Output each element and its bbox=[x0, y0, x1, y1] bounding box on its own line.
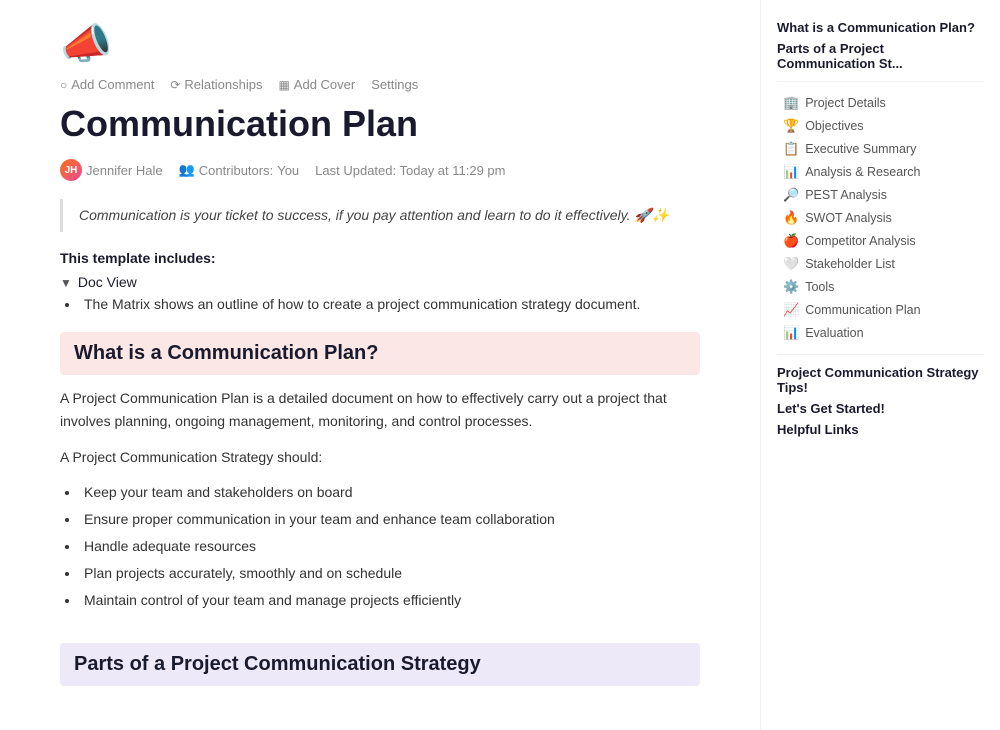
relationships-label: Relationships bbox=[184, 77, 262, 92]
sidebar-top-item[interactable]: Parts of a Project Communication St... bbox=[777, 41, 984, 71]
last-updated-label: Last Updated: bbox=[315, 163, 396, 178]
sidebar-item-label: Tools bbox=[805, 280, 834, 294]
sidebar-item-label: PEST Analysis bbox=[805, 188, 887, 202]
sidebar-item[interactable]: 📈 Communication Plan bbox=[777, 299, 984, 321]
sidebar-item[interactable]: 🔥 SWOT Analysis bbox=[777, 207, 984, 229]
sidebar-item[interactable]: 🍎 Competitor Analysis bbox=[777, 230, 984, 252]
page-icon: 📣 bbox=[60, 20, 700, 69]
contributors-value: You bbox=[277, 163, 299, 178]
sidebar-item-label: Evaluation bbox=[805, 326, 863, 340]
sidebar-item-icon: 🍎 bbox=[783, 233, 799, 249]
sidebar-item-icon: 📋 bbox=[783, 141, 799, 157]
main-content: 📣 ○ Add Comment ⟳ Relationships ▦ Add Co… bbox=[0, 0, 760, 730]
quote-block: Communication is your ticket to success,… bbox=[60, 199, 700, 232]
sidebar-item-icon: ⚙️ bbox=[783, 279, 799, 295]
sidebar-item-icon: 🏢 bbox=[783, 95, 799, 111]
list-item: Keep your team and stakeholders on board bbox=[80, 482, 700, 503]
what-section: What is a Communication Plan? A Project … bbox=[60, 332, 700, 611]
doc-view-label: Doc View bbox=[78, 274, 137, 290]
sidebar-item[interactable]: 📊 Evaluation bbox=[777, 322, 984, 344]
author-name: Jennifer Hale bbox=[86, 163, 163, 178]
sidebar-item[interactable]: 📋 Executive Summary bbox=[777, 138, 984, 160]
sidebar-item[interactable]: ⚙️ Tools bbox=[777, 276, 984, 298]
what-paragraph1: A Project Communication Plan is a detail… bbox=[60, 387, 700, 432]
sidebar-item[interactable]: 🏆 Objectives bbox=[777, 115, 984, 137]
sidebar-bottom-item[interactable]: Project Communication Strategy Tips! bbox=[777, 365, 984, 395]
toolbar: ○ Add Comment ⟳ Relationships ▦ Add Cove… bbox=[60, 77, 700, 92]
sidebar-item-label: Stakeholder List bbox=[805, 257, 895, 271]
sidebar-bottom-item[interactable]: Helpful Links bbox=[777, 422, 984, 437]
sidebar-item-icon: 🔎 bbox=[783, 187, 799, 203]
cover-icon: ▦ bbox=[278, 78, 289, 92]
sidebar-item-icon: 📊 bbox=[783, 325, 799, 341]
last-updated-info: Last Updated: Today at 11:29 pm bbox=[315, 163, 505, 178]
parts-heading-block: Parts of a Project Communication Strateg… bbox=[60, 643, 700, 686]
sidebar-item-icon: 🤍 bbox=[783, 256, 799, 272]
parts-heading: Parts of a Project Communication Strateg… bbox=[74, 653, 686, 676]
doc-view-row: ▼ Doc View bbox=[60, 274, 700, 290]
sidebar-top-item[interactable]: What is a Communication Plan? bbox=[777, 20, 984, 35]
sidebar-item[interactable]: 🤍 Stakeholder List bbox=[777, 253, 984, 275]
strategy-list: Keep your team and stakeholders on board… bbox=[60, 482, 700, 611]
settings-label: Settings bbox=[371, 77, 418, 92]
contributors-label: Contributors: bbox=[199, 163, 273, 178]
template-bullet-list: The Matrix shows an outline of how to cr… bbox=[60, 296, 700, 312]
sidebar-item-icon: 🔥 bbox=[783, 210, 799, 226]
add-cover-label: Add Cover bbox=[294, 77, 355, 92]
sidebar-item-icon: 📈 bbox=[783, 302, 799, 318]
add-comment-label: Add Comment bbox=[71, 77, 154, 92]
quote-text: Communication is your ticket to success,… bbox=[79, 207, 669, 223]
what-heading: What is a Communication Plan? bbox=[74, 342, 686, 365]
sidebar-item-label: Communication Plan bbox=[805, 303, 920, 317]
sidebar-item-icon: 🏆 bbox=[783, 118, 799, 134]
relationships-icon: ⟳ bbox=[170, 78, 180, 92]
list-item: Maintain control of your team and manage… bbox=[80, 590, 700, 611]
last-updated-value: Today at 11:29 pm bbox=[400, 163, 506, 178]
contributors-icon: 👥 bbox=[179, 162, 195, 178]
settings-button[interactable]: Settings bbox=[371, 77, 418, 92]
list-item: Handle adequate resources bbox=[80, 536, 700, 557]
sidebar-bottom-item[interactable]: Let's Get Started! bbox=[777, 401, 984, 416]
avatar: JH bbox=[60, 159, 82, 181]
author-info: JH Jennifer Hale bbox=[60, 159, 163, 181]
sidebar-item-label: Project Details bbox=[805, 96, 886, 110]
meta-row: JH Jennifer Hale 👥 Contributors: You Las… bbox=[60, 159, 700, 181]
sidebar-item-icon: 📊 bbox=[783, 164, 799, 180]
parts-section: Parts of a Project Communication Strateg… bbox=[60, 643, 700, 686]
sidebar-divider bbox=[777, 354, 984, 355]
list-item: Ensure proper communication in your team… bbox=[80, 509, 700, 530]
add-cover-button[interactable]: ▦ Add Cover bbox=[278, 77, 355, 92]
sidebar-item-label: Competitor Analysis bbox=[805, 234, 915, 248]
sidebar-item[interactable]: 🏢 Project Details bbox=[777, 92, 984, 114]
contributors-info: 👥 Contributors: You bbox=[179, 162, 300, 178]
relationships-button[interactable]: ⟳ Relationships bbox=[170, 77, 262, 92]
comment-icon: ○ bbox=[60, 78, 67, 92]
page-title: Communication Plan bbox=[60, 102, 700, 145]
toggle-arrow-icon[interactable]: ▼ bbox=[60, 276, 72, 290]
sidebar-item-label: Objectives bbox=[805, 119, 863, 133]
sidebar: What is a Communication Plan? Parts of a … bbox=[760, 0, 1000, 730]
add-comment-button[interactable]: ○ Add Comment bbox=[60, 77, 154, 92]
sidebar-item-label: SWOT Analysis bbox=[805, 211, 892, 225]
list-item: The Matrix shows an outline of how to cr… bbox=[80, 296, 700, 312]
sidebar-item-label: Analysis & Research bbox=[805, 165, 920, 179]
what-heading-block: What is a Communication Plan? bbox=[60, 332, 700, 375]
sidebar-divider bbox=[777, 81, 984, 82]
sidebar-item-label: Executive Summary bbox=[805, 142, 916, 156]
sidebar-item[interactable]: 📊 Analysis & Research bbox=[777, 161, 984, 183]
what-paragraph2: A Project Communication Strategy should: bbox=[60, 446, 700, 468]
sidebar-item[interactable]: 🔎 PEST Analysis bbox=[777, 184, 984, 206]
list-item: Plan projects accurately, smoothly and o… bbox=[80, 563, 700, 584]
template-section: This template includes: ▼ Doc View The M… bbox=[60, 250, 700, 312]
template-title: This template includes: bbox=[60, 250, 700, 266]
